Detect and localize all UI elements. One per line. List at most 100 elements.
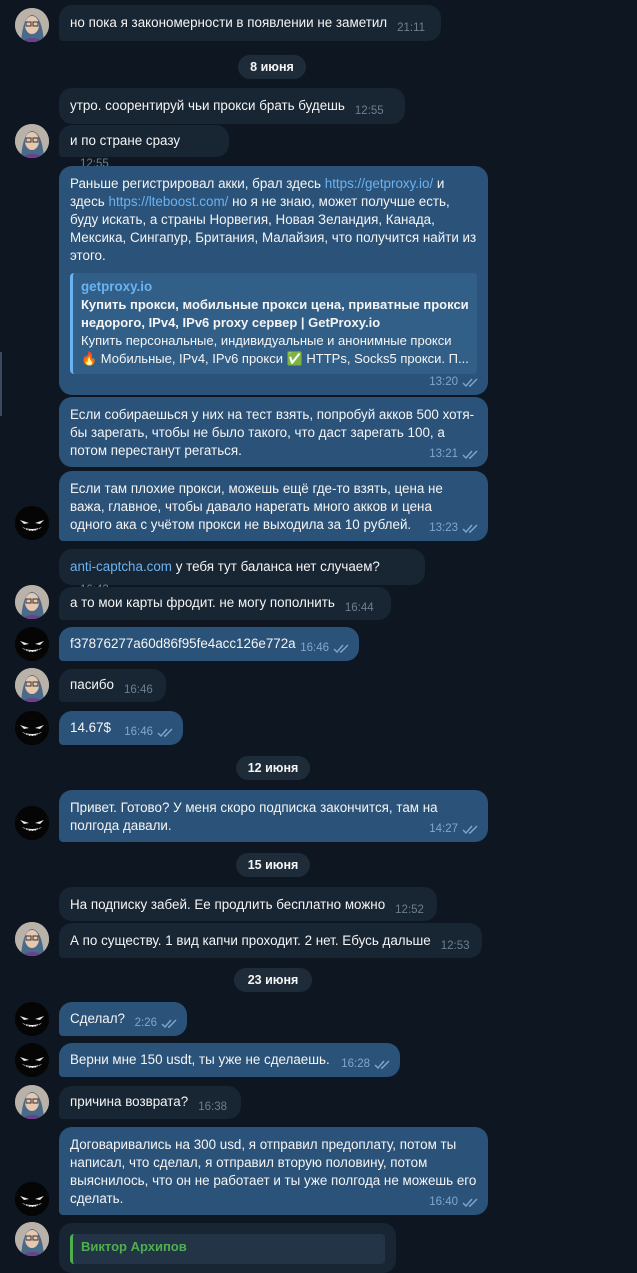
date-separator: 15 июня — [236, 853, 310, 877]
message-incoming[interactable]: причина возврата? 16:38 — [59, 1086, 241, 1119]
message-meta: 2:26 — [135, 1014, 179, 1032]
message-text: но пока я закономерности в появлении не … — [70, 15, 388, 30]
message-incoming[interactable]: anti-captcha.com у тебя тут баланса нет … — [59, 549, 425, 596]
message-outgoing[interactable]: 14.67$ 16:46 — [59, 711, 183, 745]
avatar[interactable] — [15, 124, 49, 158]
cartoon-girl-avatar-icon — [15, 1222, 49, 1256]
message-time: 12:53 — [440, 940, 470, 952]
avatar[interactable] — [15, 1043, 49, 1077]
message-text: На подписку забей. Ее продлить бесплатно… — [70, 897, 386, 912]
message-time: 16:46 — [124, 726, 153, 738]
avatar[interactable] — [15, 1085, 49, 1119]
message-outgoing[interactable]: Если там плохие прокси, можешь ещё где-т… — [59, 471, 488, 541]
double-check-icon — [462, 825, 478, 834]
link-preview[interactable]: getproxy.io Купить прокси, мобильные про… — [70, 273, 477, 374]
message-text: Раньше регистрировал акки, брал здесь ht… — [70, 175, 477, 265]
preview-title: Купить прокси, мобильные прокси цена, пр… — [81, 297, 469, 330]
message-outgoing[interactable]: f37876277a60d86f95fe4acc126e772a 16:46 — [59, 627, 359, 661]
message-incoming[interactable]: и по стране сразу12:55 — [59, 125, 229, 170]
message-outgoing[interactable]: Сделал? 2:26 — [59, 1002, 187, 1036]
message-text: 14.67$ — [70, 720, 111, 735]
message-outgoing[interactable]: Договаривались на 300 usd, я отправил пр… — [59, 1127, 488, 1215]
message-time: 14:27 — [429, 823, 458, 835]
message-outgoing[interactable]: Привет. Готово? У меня скоро подписка за… — [59, 790, 488, 842]
double-check-icon — [462, 450, 478, 459]
double-check-icon — [374, 1060, 390, 1069]
avatar[interactable] — [15, 8, 49, 42]
message-time: 13:23 — [429, 522, 458, 534]
message-text: Верни мне 150 usdt, ты уже не сделаешь. — [70, 1052, 330, 1067]
message-time: 13:20 — [429, 376, 458, 388]
message-text: Сделал? — [70, 1011, 126, 1026]
date-separator: 8 июня — [238, 55, 306, 79]
message-time: 12:52 — [395, 904, 424, 916]
message-meta: 16:40 — [429, 1193, 480, 1211]
message-outgoing[interactable]: Верни мне 150 usdt, ты уже не сделаешь. … — [59, 1043, 400, 1077]
cartoon-girl-avatar-icon — [15, 124, 49, 158]
cartoon-girl-avatar-icon — [15, 922, 49, 956]
cartoon-girl-avatar-icon — [15, 8, 49, 42]
avatar[interactable] — [15, 806, 49, 840]
message-time: 16:40 — [429, 1196, 458, 1208]
cartoon-girl-avatar-icon — [15, 1085, 49, 1119]
avatar[interactable] — [15, 627, 49, 661]
date-separator: 12 июня — [236, 756, 310, 780]
message-meta: 16:46 — [300, 639, 351, 657]
avatar[interactable] — [15, 1002, 49, 1036]
link-lteboost[interactable]: https://lteboost.com/ — [109, 194, 229, 209]
scroll-indicator[interactable] — [0, 352, 2, 416]
avatar[interactable] — [15, 668, 49, 702]
message-text: f37876277a60d86f95fe4acc126e772a — [70, 636, 296, 651]
message-text: А по существу. 1 вид капчи проходит. 2 н… — [70, 933, 431, 948]
message-incoming[interactable]: но пока я закономерности в появлении не … — [59, 5, 441, 41]
message-time: 13:21 — [429, 448, 458, 460]
preview-site-name: getproxy.io — [81, 279, 153, 294]
message-incoming[interactable]: А по существу. 1 вид капчи проходит. 2 н… — [59, 923, 482, 958]
reply-author: Виктор Архипов — [81, 1239, 187, 1254]
message-incoming[interactable]: утро. соорентируй чьи прокси брать будеш… — [59, 88, 405, 124]
message-time: 16:38 — [198, 1101, 227, 1113]
message-meta: 13:21 — [429, 445, 480, 463]
double-check-icon — [161, 1019, 177, 1028]
message-text: и по стране сразу — [70, 133, 181, 148]
message-time: 16:28 — [341, 1058, 370, 1070]
date-separator: 23 июня — [234, 968, 312, 992]
message-meta: 16:28 — [341, 1055, 392, 1073]
double-check-icon — [157, 728, 173, 737]
message-incoming-reply[interactable]: Виктор Архипов — [59, 1223, 396, 1273]
message-time: 21:11 — [397, 22, 426, 34]
avatar[interactable] — [15, 585, 49, 619]
preview-description: Купить персональные, индивидуальные и ан… — [81, 333, 469, 366]
link-getproxy[interactable]: https://getproxy.io/ — [325, 176, 433, 191]
message-meta: 16:46 — [124, 723, 175, 741]
dark-grin-avatar-icon — [15, 627, 49, 661]
double-check-icon — [333, 644, 349, 653]
message-meta: 13:23 — [429, 519, 480, 537]
text-fragment: Раньше регистрировал акки, брал здесь — [70, 176, 325, 191]
dark-grin-avatar-icon — [15, 711, 49, 745]
message-meta: 14:27 — [429, 820, 480, 838]
message-incoming[interactable]: пасибо 16:46 — [59, 669, 166, 702]
avatar[interactable] — [15, 1182, 49, 1216]
message-outgoing[interactable]: Раньше регистрировал акки, брал здесь ht… — [59, 166, 488, 395]
dark-grin-avatar-icon — [15, 1002, 49, 1036]
double-check-icon — [462, 1198, 478, 1207]
cartoon-girl-avatar-icon — [15, 585, 49, 619]
dark-grin-avatar-icon — [15, 1182, 49, 1216]
message-incoming[interactable]: а то мои карты фродит. не могу пополнить… — [59, 587, 391, 620]
avatar[interactable] — [15, 922, 49, 956]
avatar[interactable] — [15, 506, 49, 540]
message-text: Если собираешься у них на тест взять, по… — [70, 407, 475, 458]
message-text: утро. соорентируй чьи прокси брать будеш… — [70, 98, 345, 113]
message-incoming[interactable]: На подписку забей. Ее продлить бесплатно… — [59, 887, 437, 921]
message-time: 12:55 — [354, 105, 384, 117]
double-check-icon — [462, 524, 478, 533]
chat-history[interactable]: но пока я закономерности в появлении не … — [0, 0, 637, 1273]
avatar[interactable] — [15, 1222, 49, 1256]
message-outgoing[interactable]: Если собираешься у них на тест взять, по… — [59, 397, 488, 467]
cartoon-girl-avatar-icon — [15, 668, 49, 702]
link-anti-captcha[interactable]: anti-captcha.com — [70, 559, 172, 574]
avatar[interactable] — [15, 711, 49, 745]
message-text: а то мои карты фродит. не могу пополнить — [70, 595, 335, 610]
dark-grin-avatar-icon — [15, 806, 49, 840]
